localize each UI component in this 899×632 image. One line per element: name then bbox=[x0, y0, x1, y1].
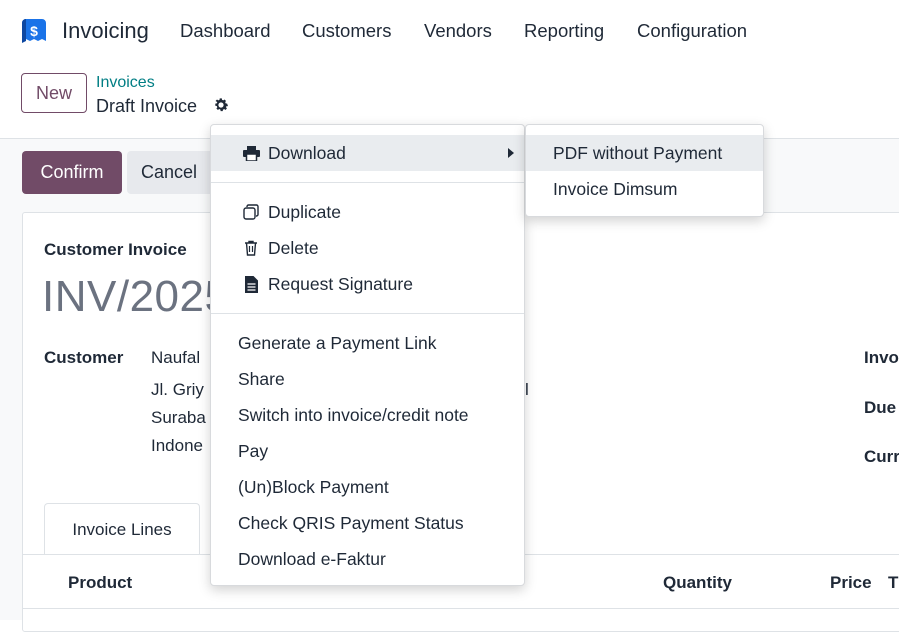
currency-label: Curr bbox=[864, 447, 899, 466]
nav-vendors[interactable]: Vendors bbox=[424, 20, 492, 42]
customer-city: Suraba bbox=[151, 408, 206, 427]
download-submenu: PDF without Payment Invoice Dimsum bbox=[525, 124, 764, 217]
record-name: Draft Invoice bbox=[96, 96, 198, 116]
tab-invoice-lines[interactable]: Invoice Lines bbox=[44, 503, 200, 555]
menu-item-delete-label: Delete bbox=[268, 237, 319, 258]
nav-configuration[interactable]: Configuration bbox=[637, 20, 747, 42]
nav-customers[interactable]: Customers bbox=[302, 20, 391, 42]
print-icon bbox=[238, 145, 264, 161]
gear-icon[interactable] bbox=[212, 96, 230, 114]
menu-item-check-qris[interactable]: Check QRIS Payment Status bbox=[211, 505, 524, 541]
svg-text:$: $ bbox=[30, 23, 38, 39]
customer-country: Indone bbox=[151, 436, 203, 455]
menu-divider bbox=[211, 182, 524, 183]
due-date-label: Due bbox=[864, 398, 897, 417]
menu-item-download[interactable]: Download bbox=[211, 135, 524, 171]
menu-item-label: Generate a Payment Link bbox=[238, 332, 437, 353]
column-price: Price bbox=[830, 573, 872, 592]
submenu-item-invoice-dimsum[interactable]: Invoice Dimsum bbox=[526, 171, 763, 207]
menu-item-payment-link[interactable]: Generate a Payment Link bbox=[211, 325, 524, 361]
menu-item-label: Pay bbox=[238, 440, 269, 461]
nav-dashboard[interactable]: Dashboard bbox=[180, 20, 271, 42]
menu-item-label: (Un)Block Payment bbox=[238, 476, 389, 497]
menu-item-duplicate[interactable]: Duplicate bbox=[211, 194, 524, 230]
menu-item-label: Switch into invoice/credit note bbox=[238, 404, 469, 425]
file-text-icon bbox=[238, 275, 264, 293]
menu-item-label: Download e-Faktur bbox=[238, 548, 386, 569]
address-overflow-text: l bbox=[525, 380, 529, 399]
menu-item-switch-credit-note[interactable]: Switch into invoice/credit note bbox=[211, 397, 524, 433]
menu-item-block-payment[interactable]: (Un)Block Payment bbox=[211, 469, 524, 505]
copy-icon bbox=[238, 204, 264, 220]
menu-item-share[interactable]: Share bbox=[211, 361, 524, 397]
table-header-divider bbox=[22, 608, 899, 609]
menu-divider bbox=[211, 313, 524, 314]
menu-item-label: Check QRIS Payment Status bbox=[238, 512, 464, 533]
new-button[interactable]: New bbox=[21, 73, 87, 113]
menu-item-duplicate-label: Duplicate bbox=[268, 201, 341, 222]
customer-name[interactable]: Naufal bbox=[151, 348, 200, 368]
caret-right-icon bbox=[508, 148, 514, 158]
invoice-number: INV/2025 bbox=[42, 272, 230, 321]
menu-item-request-signature[interactable]: Request Signature bbox=[211, 266, 524, 302]
move-type-label: Customer Invoice bbox=[44, 240, 187, 259]
submenu-item-pdf-without-payment[interactable]: PDF without Payment bbox=[526, 135, 763, 171]
invoice-date-label: Invo bbox=[864, 348, 899, 367]
confirm-button[interactable]: Confirm bbox=[22, 151, 122, 194]
menu-item-download-efaktur[interactable]: Download e-Faktur bbox=[211, 541, 524, 577]
submenu-item-label: Invoice Dimsum bbox=[553, 178, 678, 199]
trash-icon bbox=[238, 240, 264, 256]
customer-label: Customer bbox=[44, 348, 124, 367]
menu-item-pay[interactable]: Pay bbox=[211, 433, 524, 469]
column-quantity: Quantity bbox=[663, 573, 732, 592]
submenu-item-label: PDF without Payment bbox=[553, 142, 723, 163]
customer-street: Jl. Griy bbox=[151, 380, 204, 399]
menu-item-delete[interactable]: Delete bbox=[211, 230, 524, 266]
invoicing-app-icon[interactable]: $ bbox=[20, 17, 48, 45]
menu-item-download-label: Download bbox=[268, 142, 346, 163]
column-product: Product bbox=[68, 573, 133, 592]
breadcrumb-invoices[interactable]: Invoices bbox=[96, 74, 155, 92]
cancel-button[interactable]: Cancel bbox=[127, 151, 222, 194]
menu-item-label: Share bbox=[238, 368, 285, 389]
top-navbar: $ Invoicing Dashboard Customers Vendors … bbox=[0, 0, 899, 62]
menu-item-request-signature-label: Request Signature bbox=[268, 273, 413, 294]
column-taxes: T bbox=[888, 573, 899, 592]
nav-reporting[interactable]: Reporting bbox=[524, 20, 604, 42]
app-title[interactable]: Invoicing bbox=[62, 18, 149, 44]
action-menu: Download Duplicate Delete Request Signat… bbox=[210, 124, 525, 586]
